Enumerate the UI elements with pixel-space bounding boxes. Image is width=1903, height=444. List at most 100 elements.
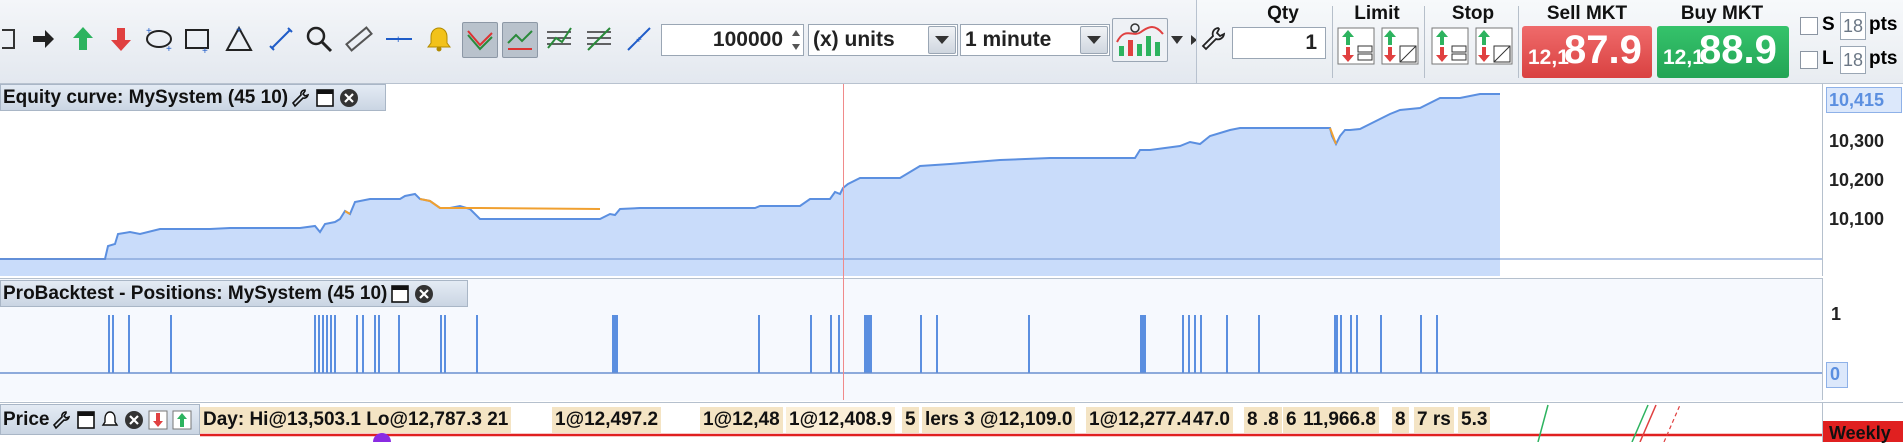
limit-sell-button[interactable] — [1380, 26, 1420, 66]
buy-mkt-label: Buy MKT — [1680, 3, 1764, 24]
position-bar — [334, 315, 336, 373]
maximize-icon[interactable] — [389, 283, 411, 305]
alert-bell-icon[interactable] — [99, 409, 121, 431]
pts-label: pts — [1869, 48, 1898, 69]
position-bar — [936, 315, 938, 373]
l-label: L — [1822, 48, 1834, 69]
price-panel-title: Price — [3, 408, 50, 430]
limit-checkbox[interactable] — [1800, 51, 1818, 69]
limit-buy-icon — [1337, 27, 1375, 65]
position-bar — [830, 315, 832, 373]
svg-text:+: + — [202, 46, 208, 54]
trend-up-icon[interactable] — [502, 22, 538, 58]
chart-type-button[interactable] — [1112, 18, 1168, 62]
position-bar — [1200, 315, 1202, 373]
y-tick-label: 10,300 — [1829, 131, 1885, 151]
ruler-icon[interactable] — [342, 22, 376, 56]
chart-type-dropdown[interactable] — [1170, 32, 1184, 44]
separator — [1424, 6, 1425, 78]
position-bar — [444, 315, 446, 373]
qty-input[interactable]: 1 — [1232, 27, 1326, 59]
position-bar — [614, 315, 616, 373]
y-tick-label: 10,100 — [1829, 209, 1885, 229]
sell-arrow-icon[interactable] — [104, 22, 138, 56]
position-bar — [758, 315, 760, 373]
equity-curve-chart — [0, 93, 1822, 276]
alert-bell-icon[interactable] — [422, 22, 456, 56]
stop-loss-checkbox[interactable] — [1800, 17, 1818, 35]
position-bar — [864, 315, 866, 373]
close-icon[interactable] — [413, 283, 435, 305]
horizontal-line-icon[interactable]: + — [382, 22, 416, 56]
positions-y-axis: 1 0 — [1822, 278, 1903, 400]
position-bar — [128, 315, 130, 373]
separator — [1332, 6, 1333, 78]
price-tag: 5.3 — [1458, 407, 1491, 433]
wrench-icon[interactable] — [1198, 24, 1228, 54]
pts-label: pts — [1869, 14, 1898, 35]
limit-buy-button[interactable] — [1336, 26, 1376, 66]
buy-price-prefix: 12,1 — [1663, 46, 1704, 69]
position-bar — [868, 315, 870, 373]
position-bar — [1356, 315, 1358, 373]
sell-mkt-button[interactable]: 12,1 87.9 — [1522, 26, 1652, 78]
trend-down-icon[interactable] — [462, 22, 498, 58]
price-tag: 8 .8 — [1244, 407, 1282, 433]
position-bar — [330, 315, 332, 373]
indicator-icon[interactable] — [542, 22, 576, 56]
channel-icon[interactable] — [582, 22, 616, 56]
position-bar — [1188, 315, 1190, 373]
quantity-value: 100000 — [712, 28, 783, 51]
line-tool-icon[interactable]: + — [622, 22, 656, 56]
equity-y-axis: 10,415 10,300 10,200 10,100 — [1822, 84, 1903, 276]
position-bar — [616, 315, 618, 373]
triangle-tool-icon[interactable]: + — [222, 22, 256, 56]
maximize-icon[interactable] — [75, 409, 97, 431]
ellipse-tool-icon[interactable]: + + — [142, 22, 176, 56]
arrow-right-icon[interactable] — [26, 22, 60, 56]
limit-sell-icon — [1381, 27, 1419, 65]
sell-price-prefix: 12,1 — [1528, 46, 1569, 69]
zoom-icon[interactable] — [302, 22, 336, 56]
timeframe-dropdown-button[interactable] — [1080, 26, 1108, 54]
y-tick-label: 0 — [1830, 364, 1841, 384]
buy-arrow-icon[interactable] — [66, 22, 100, 56]
rectangle-tool-icon[interactable]: + — [180, 22, 214, 56]
svg-text:+: + — [236, 25, 242, 36]
stop-sell-icon — [1475, 27, 1513, 65]
price-tag: 5 — [902, 407, 919, 433]
close-icon[interactable] — [338, 87, 360, 109]
wrench-icon[interactable] — [290, 87, 312, 109]
equity-panel-header: Equity curve: MySystem (45 10) — [0, 84, 386, 111]
sell-order-icon[interactable] — [147, 409, 169, 431]
units-label: (x) units — [813, 28, 895, 51]
price-tag: 1@12,497.2 — [552, 407, 662, 433]
buy-mkt-button[interactable]: 12,1 88.9 — [1657, 26, 1789, 78]
units-dropdown-button[interactable] — [928, 26, 956, 54]
position-bar — [378, 315, 380, 373]
fibonacci-icon[interactable] — [264, 22, 298, 56]
main-toolbar: + + + + + + 100000 (x) units 1 minute Qt… — [0, 0, 1903, 84]
stop-buy-icon — [1431, 27, 1469, 65]
maximize-icon[interactable] — [314, 87, 336, 109]
limit-pts-input[interactable]: 18 — [1840, 46, 1866, 74]
position-bar — [314, 315, 316, 373]
drawdown-segment — [419, 198, 601, 210]
quantity-input[interactable]: 100000 — [661, 24, 804, 56]
wrench-icon[interactable] — [51, 409, 73, 431]
position-bar — [838, 315, 840, 373]
crosshair-line — [843, 84, 844, 400]
quantity-stepper[interactable] — [790, 26, 802, 54]
position-bar — [612, 315, 614, 373]
qty-label: Qty — [1267, 3, 1299, 24]
stop-loss-pts-input[interactable]: 18 — [1840, 12, 1866, 40]
stop-buy-button[interactable] — [1430, 26, 1470, 66]
close-icon[interactable] — [123, 409, 145, 431]
buy-order-icon[interactable] — [171, 409, 193, 431]
price-tag: 1@12,277.4 — [1086, 407, 1196, 433]
stop-sell-button[interactable] — [1474, 26, 1514, 66]
chevron-down-icon — [935, 36, 949, 44]
price-y-axis: Weekly — [1822, 402, 1903, 443]
svg-text:+: + — [395, 34, 401, 46]
price-tag: 47.0 — [1190, 407, 1233, 433]
